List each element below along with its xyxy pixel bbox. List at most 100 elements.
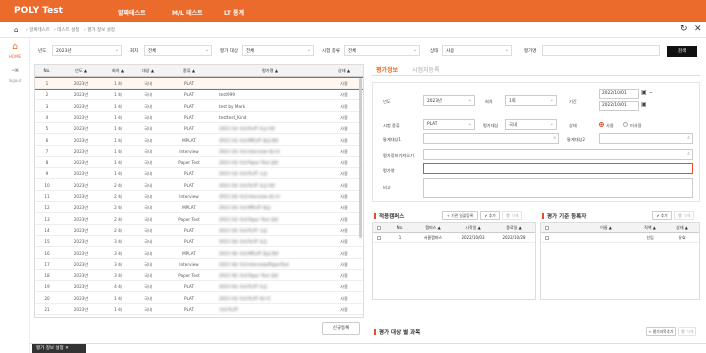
app-logo[interactable]: POLY Test — [14, 6, 63, 16]
column-header[interactable]: 직책 ▲ — [635, 223, 665, 233]
row-target: 국내 — [144, 114, 152, 120]
nav-item-lt-stats[interactable]: LT 통계 — [224, 8, 244, 17]
column-header[interactable]: 상태 ▲ — [325, 65, 363, 77]
year-select[interactable]: 2023년 ⌄ — [52, 45, 122, 56]
detail-round-select[interactable]: 1회 ⌄ — [505, 95, 557, 106]
row-checkbox[interactable] — [545, 236, 549, 240]
tab-test-paper-register[interactable]: 시험지등록 — [412, 65, 440, 74]
grid-header: No. 년도 ▲ 회차 ▲ 대상 ▲ 종류 ▲ 평가명 ▲ 상태 ▲ — [35, 65, 363, 77]
evaluation-name-input[interactable] — [423, 163, 693, 174]
table-row[interactable]: 17 2023년 3 회 국내 Interview 2023 3회 국내 Intervie… — [35, 259, 363, 270]
row-evaluation-name: 2023 1회 국내 PLAT 테스트 — [219, 295, 271, 301]
campus-add-button[interactable]: ✔ 추가 — [480, 211, 500, 220]
column-header[interactable]: 상태 ▲ — [667, 223, 697, 233]
table-row[interactable]: 2 2023년 1 회 국내 PLAT test999 사용 — [35, 89, 363, 101]
campus-row[interactable]: 1 서울캠퍼스 2022/10/03 2022/10/28 — [373, 233, 535, 243]
close-icon[interactable]: ✕ — [694, 24, 702, 34]
table-row[interactable]: 6 2023년 1 회 국내 MPLAT 2023 1회 국내 MPLAT 중급 B반 사용 — [35, 135, 363, 146]
table-row[interactable]: 11 2023년 2 회 국내 Interview 2023 2회 국내 Intervie… — [35, 191, 363, 202]
delete-subject-button[interactable]: 🗑 삭제 — [678, 327, 696, 336]
target-select[interactable]: 전체 ⌄ — [242, 45, 314, 56]
campus-bulk-add-button[interactable]: + 기관 일괄등록 — [442, 211, 478, 220]
detail-type-select[interactable]: PLAT ⌄ — [423, 119, 475, 130]
campus-delete-button[interactable]: 🗑 삭제 — [502, 211, 522, 220]
table-row[interactable]: 3 2023년 1 회 국내 PLAT test by Mark 사용 — [35, 101, 363, 112]
status-select[interactable]: 사용 ⌄ — [442, 45, 512, 56]
detail-year-select[interactable]: 2023년 ⌄ — [423, 95, 475, 106]
column-header[interactable]: 종류 ▲ — [163, 65, 215, 77]
column-header[interactable]: 시작일 ▲ — [453, 223, 493, 233]
nav-item-ml-test[interactable]: M/L 테스트 — [172, 8, 203, 17]
column-header[interactable]: No. — [35, 65, 59, 77]
table-row[interactable]: 13 2023년 2 회 국내 Paper Test 2023 2회 국내 Paper T… — [35, 214, 363, 225]
row-no: 20 — [44, 295, 50, 301]
tab-evaluation-info[interactable]: 평가정보 — [376, 65, 398, 74]
detail-target-select[interactable]: 국내 ⌄ — [505, 119, 557, 130]
row-no: 9 — [45, 171, 49, 177]
search-icon[interactable]: ⌕ — [687, 135, 690, 141]
nav-item-aljja-test[interactable]: 알짜테스트 — [118, 8, 146, 17]
table-row[interactable]: 1 2023년 1 회 국내 PLAT 사용 — [35, 77, 363, 90]
search-icon[interactable]: ⌕ — [553, 135, 556, 141]
refresh-icon[interactable]: ↻ — [680, 24, 688, 34]
row-target: 국내 — [144, 148, 152, 154]
table-row[interactable]: 4 2023년 1 회 국내 PLAT testtest_Kind 사용 — [35, 112, 363, 123]
table-row[interactable]: 5 2023년 1 회 국내 PLAT 2023 1회 국내 PLAT 초급 A반 사용 — [35, 123, 363, 135]
column-header[interactable]: 대상 ▲ — [133, 65, 163, 77]
name-search-input[interactable] — [542, 45, 660, 56]
column-header[interactable]: 년도 ▲ — [59, 65, 103, 77]
column-header[interactable]: No. — [387, 223, 413, 233]
column-header[interactable]: 회차 ▲ — [103, 65, 133, 77]
memo-textarea[interactable] — [423, 178, 693, 198]
sidebar-item-logout[interactable]: ⇥ logout — [3, 66, 27, 88]
period-start-input[interactable]: 2022/10/01 — [599, 89, 639, 99]
stat-target2-input[interactable]: ⌕ — [599, 133, 693, 144]
round-select[interactable]: 전체 ⌄ — [144, 45, 212, 56]
grid-scrollbar[interactable] — [359, 78, 362, 238]
row-checkbox[interactable] — [377, 236, 381, 240]
search-icon[interactable]: ⌕ — [687, 151, 690, 157]
stat-target1-input[interactable]: ⌕ — [423, 133, 559, 144]
add-subject-button[interactable]: + 평가과목추가 — [646, 327, 676, 336]
status-radio-on[interactable] — [599, 122, 604, 127]
criteria-delete-button[interactable]: 🗑 삭제 — [674, 211, 694, 220]
row-type: PLAT — [183, 81, 195, 86]
breadcrumb-item[interactable]: › 테스트 설정 — [54, 27, 79, 33]
new-register-button[interactable]: 신규등록 — [322, 322, 360, 335]
info-import-input[interactable]: ⌕ — [423, 149, 693, 160]
select-all-checkbox[interactable] — [377, 226, 381, 230]
row-target: 국내 — [144, 92, 152, 98]
sidebar-item-home[interactable]: ⌂ HOME — [3, 42, 27, 64]
select-all-checkbox[interactable] — [545, 226, 549, 230]
table-row[interactable]: 8 2023년 1 회 국내 Paper Test 2023 1회 국내 Paper Te… — [35, 157, 363, 169]
type-select[interactable]: 전체 ⌄ — [344, 45, 420, 56]
criteria-row[interactable]: 선임 유효 — [541, 233, 699, 243]
table-row[interactable]: 10 2023년 2 회 국내 PLAT 2023 2회 국내 PLAT 초급 A반 사용 — [35, 180, 363, 191]
column-header[interactable]: 평가명 ▲ — [215, 65, 325, 77]
status-radio-off[interactable] — [623, 122, 628, 127]
table-row[interactable]: 15 2023년 3 회 국내 PLAT 2023 3회 국내 PLAT 초급 사용 — [35, 236, 363, 248]
column-header[interactable]: 이름 ▲ — [581, 223, 631, 233]
criteria-add-button[interactable]: ✔ 추가 — [652, 211, 672, 220]
breadcrumb-item[interactable]: › 알짜테스트 — [26, 27, 50, 33]
calendar-icon[interactable]: ▣ — [641, 89, 647, 96]
table-row[interactable]: 12 2023년 2 회 국내 MPLAT 2023 2회 국내 MPLAT 중급 사용 — [35, 202, 363, 214]
column-header[interactable]: 캠퍼스 ▲ — [413, 223, 453, 233]
row-year: 2023년 — [73, 81, 89, 86]
open-page-tab[interactable]: 평가 정보 설정 ✕ — [32, 344, 86, 353]
table-row[interactable]: 20 2023년 1 회 국내 PLAT 2023 1회 국내 PLAT 테스트 사용 — [35, 293, 363, 304]
type-filter-label: 시험 종류 — [322, 49, 340, 54]
table-row[interactable]: 21 2023년 1 회 국내 PLAT 국내 PLAT 사용 — [35, 304, 363, 315]
table-row[interactable]: 19 2023년 4 회 국내 PLAT 2023 4회 국내 PLAT 초급 사용 — [35, 281, 363, 293]
search-button[interactable]: 검색 — [667, 46, 697, 57]
table-row[interactable]: 7 2023년 1 회 국내 Interview 2023 1회 국내 Interview… — [35, 146, 363, 157]
table-row[interactable]: 16 2023년 3 회 국내 MPLAT 2023 3회 국내 MPLAT 중급 B반 사… — [35, 248, 363, 259]
table-row[interactable]: 14 2023년 2 회 국내 PLAT 2023 2회 국내 PLAT 고급 사용 — [35, 225, 363, 236]
home-icon[interactable]: ⌂ — [14, 26, 18, 34]
period-end-input[interactable]: 2022/10/01 — [599, 101, 639, 111]
table-row[interactable]: 9 2023년 1 회 국내 PLAT 2023 1회 국내 PLAT 고급 사용 — [35, 168, 363, 180]
column-header[interactable]: 종료일 ▲ — [493, 223, 535, 233]
table-row[interactable]: 18 2023년 3 회 국내 Paper Test 2023 3회 국내 Paper T… — [35, 270, 363, 282]
calendar-icon[interactable]: ▣ — [641, 101, 647, 108]
stat-target2-label: 통계대상2 — [567, 137, 586, 142]
